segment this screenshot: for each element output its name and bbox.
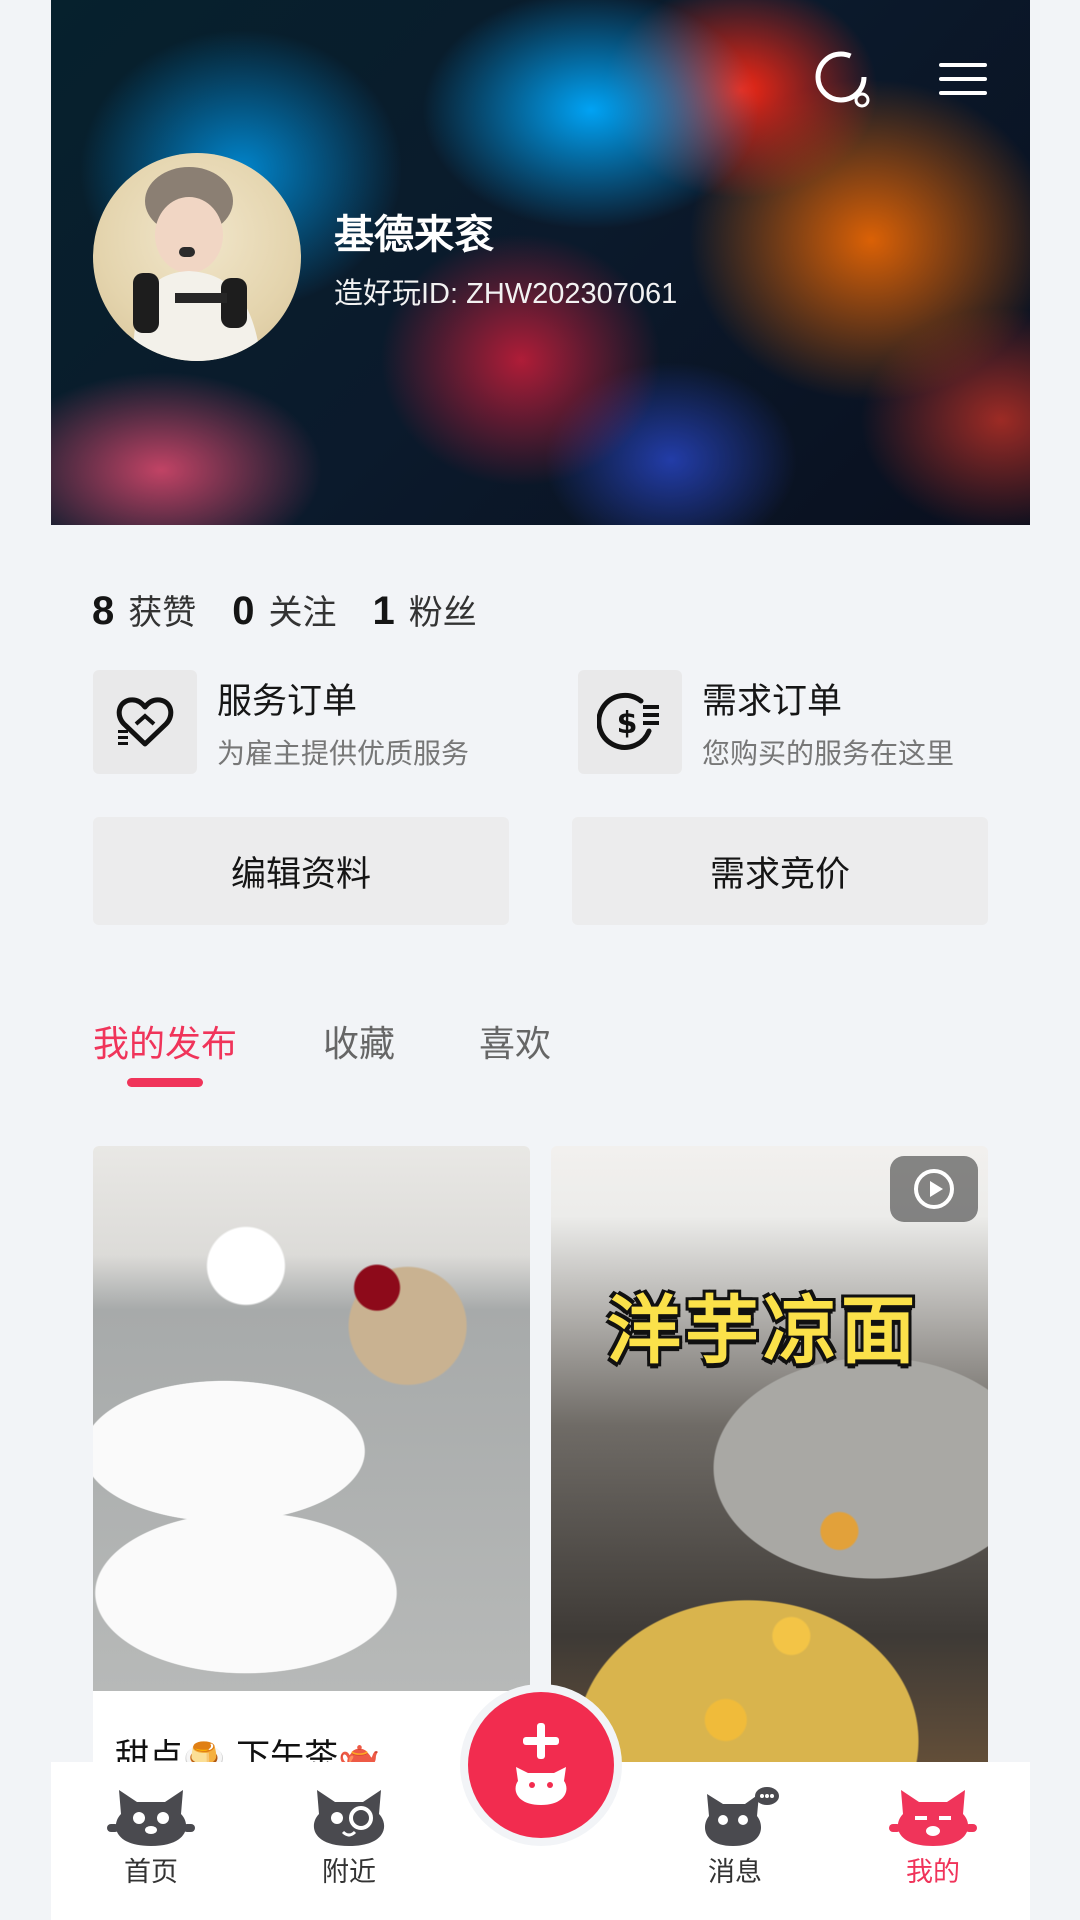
play-icon (914, 1169, 954, 1209)
nav-nearby[interactable]: 附近 (249, 1762, 449, 1920)
refresh-button[interactable] (812, 48, 874, 110)
nav-label: 首页 (124, 1857, 178, 1888)
demand-order-subtitle: 您购买的服务在这里 (702, 736, 955, 770)
user-name: 基德来衮 (334, 213, 494, 257)
service-order-entry[interactable]: 服务订单 为雇主提供优质服务 (93, 670, 469, 774)
active-tab-indicator (127, 1078, 203, 1087)
stat-label: 粉丝 (408, 593, 477, 633)
stat-value: 0 (232, 589, 255, 633)
stat-label: 关注 (268, 593, 337, 633)
demand-order-entry[interactable]: $ 需求订单 您购买的服务在这里 (578, 670, 954, 774)
dessert-photo (93, 1146, 530, 1691)
stat-followers[interactable]: 1 粉丝 (373, 585, 477, 634)
plus-cat-icon (515, 1723, 567, 1805)
post-card[interactable]: 甜点🍮 下午茶🫖 (93, 1146, 530, 1846)
heart-service-icon (116, 697, 174, 747)
menu-button[interactable] (932, 48, 994, 110)
stat-following[interactable]: 0 关注 (232, 585, 336, 634)
nav-messages[interactable]: 消息 (635, 1762, 835, 1920)
loading-ring-icon (815, 51, 870, 108)
stats-row: 8 获赞 0 关注 1 粉丝 (92, 585, 477, 634)
avatar-person-icon (133, 167, 261, 361)
avatar[interactable] (93, 153, 301, 361)
demand-order-icon-box: $ (578, 670, 682, 774)
video-play-badge[interactable] (890, 1156, 978, 1222)
stat-value: 8 (92, 589, 115, 633)
tab-likes[interactable]: 喜欢 (479, 1015, 551, 1067)
service-order-icon-box (93, 670, 197, 774)
post-card-video[interactable]: 洋芋凉面 (551, 1146, 988, 1846)
tab-my-posts[interactable]: 我的发布 (93, 1015, 237, 1067)
nav-label: 我的 (906, 1857, 960, 1888)
stat-value: 1 (372, 589, 395, 633)
svg-text:$: $ (617, 706, 638, 741)
hamburger-menu-icon (939, 63, 987, 95)
demand-order-text: 需求订单 您购买的服务在这里 (702, 673, 954, 772)
cat-me-icon (889, 1790, 977, 1846)
cooking-potatoes-photo (551, 1146, 988, 1846)
user-id: 造好玩ID: ZHW202307061 (334, 278, 678, 310)
create-post-button[interactable] (468, 1692, 614, 1838)
tab-favorites[interactable]: 收藏 (323, 1015, 395, 1067)
nav-me[interactable]: 我的 (833, 1762, 1033, 1920)
nav-label: 消息 (708, 1857, 762, 1888)
stat-label: 获赞 (128, 593, 197, 633)
profile-header: 基德来衮 造好玩ID: ZHW202307061 (51, 0, 1030, 525)
nav-home[interactable]: 首页 (51, 1762, 251, 1920)
cat-nearby-icon (313, 1790, 385, 1846)
service-order-text: 服务订单 为雇主提供优质服务 (217, 673, 469, 772)
demand-bidding-button[interactable]: 需求竞价 (572, 817, 988, 925)
cat-message-icon (704, 1787, 779, 1846)
service-order-title: 服务订单 (217, 681, 358, 722)
cat-home-icon (107, 1790, 195, 1846)
dollar-coin-icon: $ (597, 692, 659, 750)
header-tools (812, 48, 994, 110)
nav-label: 附近 (322, 1857, 376, 1888)
video-cover-title: 洋芋凉面 (607, 1288, 919, 1374)
edit-profile-button[interactable]: 编辑资料 (93, 817, 509, 925)
stat-likes[interactable]: 8 获赞 (92, 585, 196, 634)
service-order-subtitle: 为雇主提供优质服务 (217, 736, 470, 770)
demand-order-title: 需求订单 (702, 681, 843, 722)
